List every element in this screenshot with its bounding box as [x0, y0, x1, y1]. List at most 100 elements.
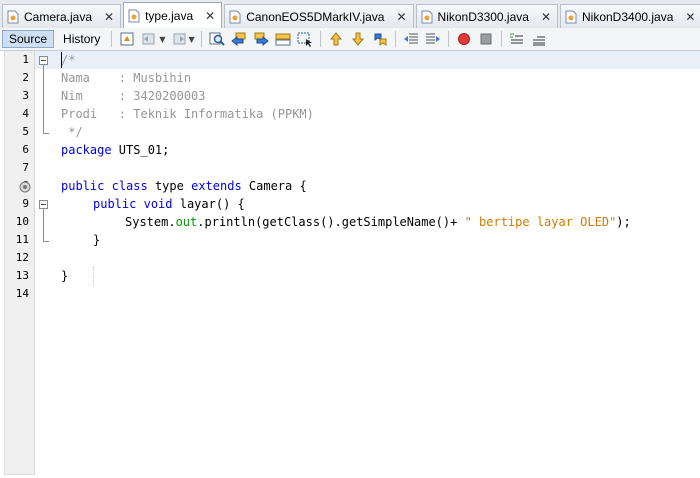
- code-line-11[interactable]: }: [93, 231, 100, 249]
- current-line-highlight: [34, 51, 700, 69]
- back-dropdown-icon[interactable]: ▼: [159, 35, 165, 44]
- comment-icon[interactable]: [508, 30, 526, 48]
- close-tab-icon[interactable]: ✕: [104, 10, 114, 24]
- forward-icon[interactable]: [170, 30, 188, 48]
- line-number: 7: [22, 161, 29, 174]
- editor-tab[interactable]: CanonEOS5DMarkIV.java ✕: [224, 4, 414, 28]
- stop-macro-icon[interactable]: [477, 30, 495, 48]
- toolbar-separator: [500, 31, 502, 47]
- next-bookmark-icon[interactable]: [349, 30, 367, 48]
- keyword-token: package: [61, 143, 112, 157]
- method-name-token: layar: [179, 197, 216, 211]
- start-macro-icon[interactable]: [455, 30, 473, 48]
- editor-tab-bar: Camera.java ✕ type.java ✕ CanonEOS5DMarkIV.j…: [0, 0, 700, 29]
- editor-tab[interactable]: type.java ✕: [123, 2, 223, 28]
- close-tab-icon[interactable]: ✕: [685, 10, 695, 24]
- indent-guide: [93, 267, 94, 285]
- editor-tab[interactable]: Camera.java ✕: [2, 4, 122, 28]
- editor-toolbar: Source History ▼ ▼: [0, 28, 700, 51]
- code-line-1[interactable]: /*: [61, 51, 75, 69]
- toggle-highlight-icon[interactable]: [274, 30, 292, 48]
- shift-right-icon[interactable]: [424, 30, 442, 48]
- class-name-token: type: [154, 179, 184, 193]
- back-icon[interactable]: [140, 30, 158, 48]
- line-number-gutter: 1234567891011121314: [4, 51, 35, 475]
- fold-toggle-icon[interactable]: [39, 56, 48, 65]
- code-line-9[interactable]: public void layar() {: [93, 195, 245, 213]
- keyword-token: class: [111, 179, 148, 193]
- toolbar-separator: [111, 31, 113, 47]
- fold-guide-line: [43, 65, 44, 133]
- java-file-icon: [229, 10, 241, 24]
- keyword-token: void: [143, 197, 173, 211]
- override-marker-icon[interactable]: [19, 181, 31, 193]
- code-line-5[interactable]: */: [61, 123, 82, 141]
- line-number: 2: [22, 71, 29, 84]
- code-line-6[interactable]: package UTS_01;: [61, 141, 169, 159]
- line-number: 13: [15, 269, 29, 282]
- editor-tab[interactable]: NikonD3400.java ✕: [560, 4, 700, 28]
- code-line-4[interactable]: Prodi : Teknik Informatika (PPKM): [61, 105, 314, 123]
- code-line-2[interactable]: Nama : Musbihin: [61, 69, 191, 87]
- shift-left-icon[interactable]: [402, 30, 420, 48]
- java-file-icon: [421, 10, 433, 24]
- java-file-icon: [7, 10, 19, 24]
- code-line-10[interactable]: System.out.println(getClass().getSimpleN…: [125, 213, 631, 231]
- line-number: 10: [15, 215, 29, 228]
- java-file-icon: [565, 10, 577, 24]
- fold-toggle-icon[interactable]: [39, 200, 48, 209]
- toolbar-separator: [394, 31, 396, 47]
- line-number: 9: [22, 197, 29, 210]
- fold-end-marker: [43, 133, 49, 134]
- keyword-token: extends: [191, 179, 242, 193]
- tab-label: NikonD3300.java: [437, 9, 529, 24]
- line-number: 12: [15, 251, 29, 264]
- source-button[interactable]: Source: [2, 30, 55, 48]
- toggle-bookmark-icon[interactable]: [371, 30, 389, 48]
- line-number: 6: [22, 143, 29, 156]
- keyword-token: public: [61, 179, 105, 193]
- toolbar-separator: [319, 31, 321, 47]
- string-token: " bertipe layar OLED": [464, 215, 617, 229]
- tab-label: NikonD3400.java: [582, 9, 674, 24]
- code-token: () {: [215, 197, 245, 211]
- uncomment-icon[interactable]: [530, 30, 548, 48]
- close-tab-icon[interactable]: ✕: [541, 10, 551, 24]
- code-token: UTS_01;: [111, 143, 170, 157]
- java-file-icon: [128, 9, 140, 23]
- toolbar-separator: [200, 31, 202, 47]
- line-number: 11: [15, 233, 29, 246]
- line-number: 3: [22, 89, 29, 102]
- history-button[interactable]: History: [56, 30, 107, 48]
- line-number: 1: [22, 53, 29, 66]
- field-token: out: [175, 215, 198, 229]
- close-tab-icon[interactable]: ✕: [205, 9, 215, 23]
- tab-label: CanonEOS5DMarkIV.java: [246, 9, 385, 24]
- tab-label: type.java: [145, 8, 194, 23]
- code-line-13[interactable]: }: [61, 267, 68, 285]
- code-editor[interactable]: 1234567891011121314 /* Nama : Musbihin N…: [0, 51, 700, 478]
- fold-end-marker: [43, 241, 49, 242]
- code-token: .println(getClass().getSimpleName()+: [197, 215, 465, 229]
- close-tab-icon[interactable]: ✕: [396, 10, 406, 24]
- tab-label: Camera.java: [24, 9, 93, 24]
- keyword-token: public: [93, 197, 137, 211]
- code-line-8[interactable]: public class type extends Camera {: [61, 177, 307, 195]
- code-token: );: [616, 215, 631, 229]
- code-token: System.: [125, 215, 176, 229]
- find-previous-icon[interactable]: [230, 30, 248, 48]
- line-number: 14: [15, 287, 29, 300]
- find-next-icon[interactable]: [252, 30, 270, 48]
- toolbar-separator: [447, 31, 449, 47]
- code-line-3[interactable]: Nim : 3420200003: [61, 87, 206, 105]
- code-token: Camera {: [241, 179, 307, 193]
- fold-guide-line: [43, 209, 44, 241]
- line-number: 5: [22, 125, 29, 138]
- line-number: 4: [22, 107, 29, 120]
- previous-bookmark-icon[interactable]: [327, 30, 345, 48]
- last-edit-icon[interactable]: [118, 30, 136, 48]
- find-selection-icon[interactable]: [296, 30, 314, 48]
- editor-tab[interactable]: NikonD3300.java ✕: [415, 4, 558, 28]
- find-icon[interactable]: [208, 30, 226, 48]
- forward-dropdown-icon[interactable]: ▼: [189, 35, 195, 44]
